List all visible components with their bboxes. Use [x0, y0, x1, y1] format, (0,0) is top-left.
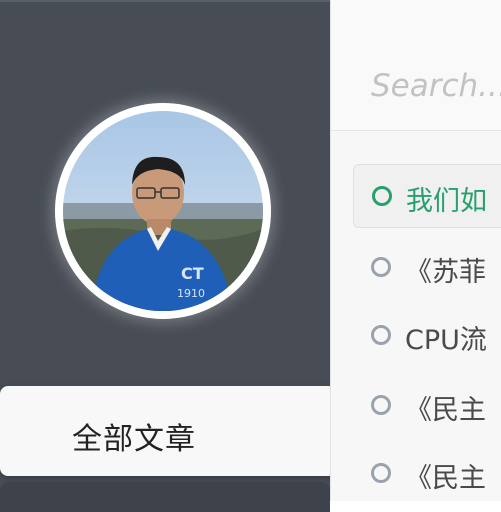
post-list-panel: 我们如 《苏菲 CPU流 《民主 《民主: [330, 0, 501, 501]
post-item-active[interactable]: 我们如: [353, 164, 501, 228]
nav-item-label: 全部文章: [72, 422, 196, 457]
avatar-photo: CT 1910: [63, 111, 263, 311]
post-title: 《苏菲: [405, 257, 486, 288]
sidebar: CT 1910 全部文章: [0, 0, 336, 512]
circle-icon: [371, 463, 391, 483]
circle-icon: [371, 395, 391, 415]
circle-icon: [371, 257, 391, 277]
post-item[interactable]: 《民主: [353, 442, 501, 504]
circle-icon: [371, 325, 391, 345]
nav-item-all-posts[interactable]: 全部文章: [0, 386, 336, 476]
svg-text:1910: 1910: [177, 287, 205, 300]
sidebar-top-border: [0, 0, 330, 2]
post-title: 《民主: [405, 395, 486, 426]
post-title: CPU流: [405, 325, 487, 356]
post-title: 我们如: [406, 186, 487, 217]
svg-text:CT: CT: [181, 264, 204, 283]
avatar-image: CT 1910: [63, 111, 263, 311]
post-item[interactable]: CPU流: [353, 304, 501, 366]
search-bar: [331, 0, 501, 131]
circle-icon: [372, 186, 392, 206]
avatar[interactable]: CT 1910: [55, 103, 271, 319]
search-input[interactable]: [371, 62, 501, 110]
post-item[interactable]: 《苏菲: [353, 236, 501, 298]
nav-item-next[interactable]: [0, 482, 330, 512]
post-title: 《民主: [405, 463, 486, 494]
post-item[interactable]: 《民主: [353, 374, 501, 436]
